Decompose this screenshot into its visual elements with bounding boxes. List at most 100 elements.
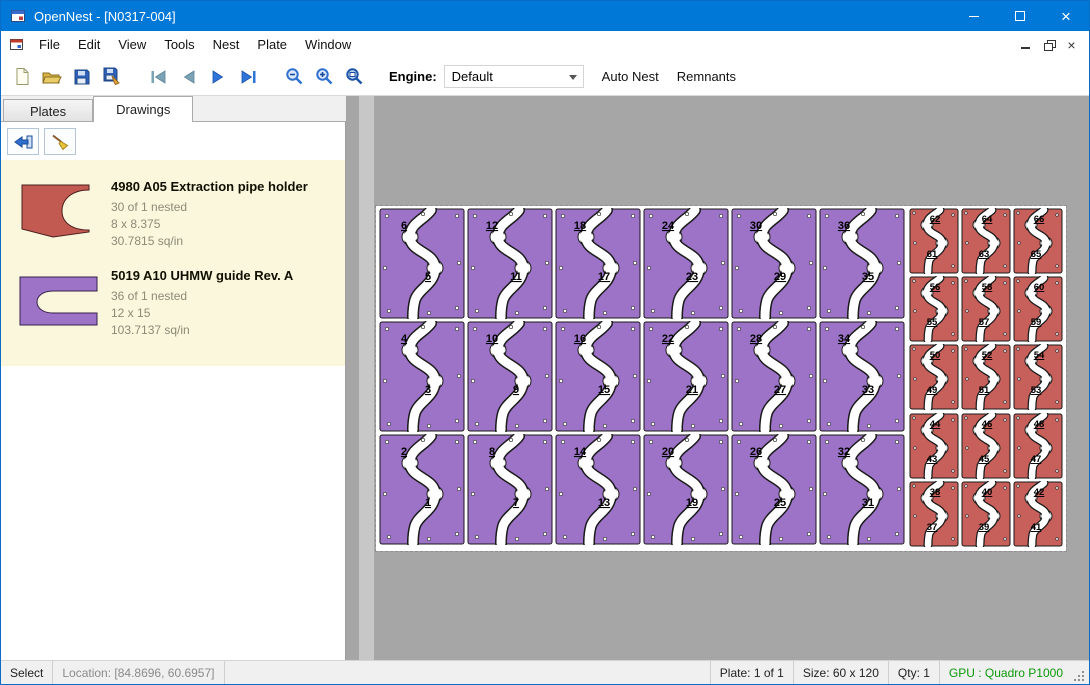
red-part-pair[interactable]: 4443: [909, 413, 959, 479]
purple-part-pair[interactable]: 21: [379, 434, 465, 545]
red-part-pair[interactable]: 6059: [1013, 276, 1063, 342]
menu-item-tools[interactable]: Tools: [155, 32, 203, 57]
purple-part-pair[interactable]: 43: [379, 321, 465, 432]
part-number-top: 20: [662, 446, 674, 458]
zoom-fit-button[interactable]: [339, 62, 369, 92]
title-bar: OpenNest - [N0317-004] ×: [1, 1, 1089, 31]
red-part-pair[interactable]: 5049: [909, 344, 959, 410]
app-icon: [10, 8, 26, 24]
remnants-button[interactable]: Remnants: [677, 69, 736, 84]
purple-part-pair[interactable]: 65: [379, 208, 465, 319]
save-button[interactable]: [67, 62, 97, 92]
resize-grip[interactable]: [1074, 670, 1087, 683]
part-number-top: 62: [930, 214, 941, 225]
purple-part-pair[interactable]: 3635: [819, 208, 905, 319]
part-number-top: 6: [401, 220, 407, 232]
part-number-top: 18: [574, 220, 586, 232]
nest-canvas[interactable]: 6512111817242330293635431091615222128273…: [346, 96, 1089, 660]
red-part-pair[interactable]: 6665: [1013, 208, 1063, 274]
purple-part-pair[interactable]: 2423: [643, 208, 729, 319]
minimize-button[interactable]: [951, 1, 997, 31]
mdi-restore-icon: [1044, 40, 1054, 49]
red-part-pair[interactable]: 5251: [961, 344, 1011, 410]
tab-plates[interactable]: Plates: [3, 99, 93, 122]
drawing-area: 30.7815 sq/in: [111, 233, 308, 250]
purple-part-pair[interactable]: 3231: [819, 434, 905, 545]
red-part-pair[interactable]: 4039: [961, 481, 1011, 547]
clear-button[interactable]: [44, 128, 76, 155]
purple-part-pair[interactable]: 1211: [467, 208, 553, 319]
nav-prev-icon: [180, 69, 197, 85]
status-mode: Select: [1, 661, 53, 684]
menu-item-view[interactable]: View: [109, 32, 155, 57]
purple-part-pair[interactable]: 87: [467, 434, 553, 545]
part-number-bottom: 1: [425, 497, 431, 509]
status-qty: Qty: 1: [888, 661, 939, 684]
part-number-bottom: 53: [1031, 385, 1042, 396]
part-number-top: 60: [1034, 282, 1045, 293]
zoom-out-button[interactable]: [279, 62, 309, 92]
zoom-in-button[interactable]: [309, 62, 339, 92]
nav-next-button[interactable]: [203, 62, 233, 92]
menu-item-nest[interactable]: Nest: [204, 32, 249, 57]
part-number-top: 44: [930, 419, 941, 430]
close-icon: ×: [1061, 8, 1071, 25]
maximize-button[interactable]: [997, 1, 1043, 31]
purple-part-pair[interactable]: 1413: [555, 434, 641, 545]
nav-first-button[interactable]: [143, 62, 173, 92]
purple-part-pair[interactable]: 2625: [731, 434, 817, 545]
send-to-plate-button[interactable]: [7, 128, 39, 155]
red-part-pair[interactable]: 3837: [909, 481, 959, 547]
part-number-top: 58: [982, 282, 993, 293]
nav-last-button[interactable]: [233, 62, 263, 92]
menu-item-edit[interactable]: Edit: [69, 32, 109, 57]
purple-part-pair[interactable]: 1615: [555, 321, 641, 432]
part-number-bottom: 55: [927, 317, 938, 328]
purple-part-pair[interactable]: 3433: [819, 321, 905, 432]
engine-value: Default: [452, 69, 493, 84]
zoom-in-icon: [315, 67, 334, 86]
red-part-pair[interactable]: 5857: [961, 276, 1011, 342]
menu-item-window[interactable]: Window: [296, 32, 360, 57]
purple-part-pair[interactable]: 2019: [643, 434, 729, 545]
part-number-top: 22: [662, 333, 674, 345]
purple-part-pair[interactable]: 3029: [731, 208, 817, 319]
app-window: OpenNest - [N0317-004] × File Edit View …: [0, 0, 1090, 685]
menu-item-plate[interactable]: Plate: [248, 32, 296, 57]
purple-part-pair[interactable]: 1817: [555, 208, 641, 319]
part-number-top: 8: [489, 446, 495, 458]
broom-icon: [50, 133, 70, 151]
auto-nest-button[interactable]: Auto Nest: [602, 69, 659, 84]
new-file-button[interactable]: [7, 62, 37, 92]
engine-select[interactable]: Default: [444, 65, 584, 88]
red-part-pair[interactable]: 6261: [909, 208, 959, 274]
drawing-title: 5019 A10 UHMW guide Rev. A: [111, 268, 293, 283]
list-item[interactable]: 5019 A10 UHMW guide Rev. A 36 of 1 neste…: [1, 259, 345, 348]
red-part-pair[interactable]: 56 55: [909, 276, 959, 342]
menu-item-file[interactable]: File: [30, 32, 69, 57]
red-part-pair[interactable]: 5453: [1013, 344, 1063, 410]
close-button[interactable]: ×: [1043, 1, 1089, 31]
mdi-restore-button[interactable]: [1037, 35, 1060, 55]
tab-drawings[interactable]: Drawings: [93, 96, 193, 122]
mdi-minimize-button[interactable]: [1014, 35, 1037, 55]
red-part-pair[interactable]: 4847: [1013, 413, 1063, 479]
red-part-pair[interactable]: 4645: [961, 413, 1011, 479]
red-part-pair[interactable]: 6463: [961, 208, 1011, 274]
zoom-out-icon: [285, 67, 304, 86]
part-number-top: 56: [930, 282, 941, 293]
chevron-down-icon: [569, 75, 577, 80]
save-as-button[interactable]: [97, 62, 127, 92]
list-item[interactable]: 4980 A05 Extraction pipe holder 30 of 1 …: [1, 170, 345, 259]
nav-prev-button[interactable]: [173, 62, 203, 92]
mdi-close-button[interactable]: ×: [1060, 35, 1083, 55]
part-number-bottom: 31: [862, 497, 874, 509]
purple-part-pair[interactable]: 2827: [731, 321, 817, 432]
part-number-bottom: 33: [862, 384, 874, 396]
open-file-button[interactable]: [37, 62, 67, 92]
purple-part-pair[interactable]: 2221: [643, 321, 729, 432]
part-number-top: 40: [982, 487, 993, 498]
purple-part-pair[interactable]: 109: [467, 321, 553, 432]
part-number-bottom: 13: [598, 497, 610, 509]
red-part-pair[interactable]: 4241: [1013, 481, 1063, 547]
